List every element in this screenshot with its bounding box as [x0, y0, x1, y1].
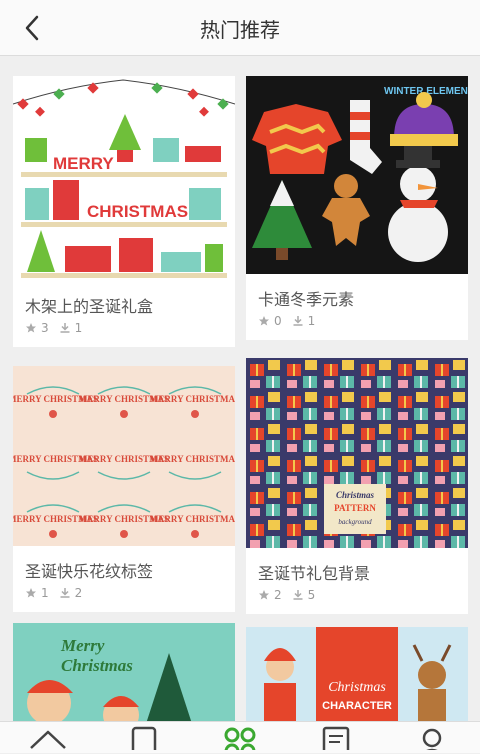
recommend-grid: MERRY CHRISTMAS 木架上的圣诞礼盒 3: [0, 56, 480, 721]
card-stats: 1 2: [13, 586, 235, 612]
art-text-background: background: [338, 518, 372, 526]
card-thumbnail: MERRY CHRISTMAS MERRY CHRISTMAS MERRY CH…: [13, 366, 235, 546]
card-thumbnail: Christmas CHARACTER: [246, 627, 468, 721]
art-text-christmas: Christmas: [61, 656, 133, 675]
card-title: 圣诞节礼包背景: [246, 548, 468, 588]
stars-count: 0: [258, 314, 282, 328]
art-label-6: MERRY CHRISTMAS: [150, 454, 235, 464]
card-title: 木架上的圣诞礼盒: [13, 281, 235, 321]
bottom-tab-bar: [0, 721, 480, 753]
download-icon: [292, 315, 304, 327]
stars-count: 1: [25, 586, 49, 600]
tab-apps[interactable]: [220, 726, 260, 754]
card-thumbnail: Merry Christmas: [13, 623, 235, 721]
home-icon: [29, 726, 67, 750]
card-gift-pattern[interactable]: Christmas PATTERN background 圣诞节礼包背景 2 5: [246, 358, 468, 614]
card-merry-christmas[interactable]: Merry Christmas: [13, 623, 235, 721]
star-icon: [258, 315, 270, 327]
card-gift-shelf[interactable]: MERRY CHRISTMAS 木架上的圣诞礼盒 3: [13, 76, 235, 347]
tab-list[interactable]: [316, 726, 356, 754]
star-icon: [25, 322, 37, 334]
stars-count: 3: [25, 321, 49, 335]
card-thumbnail: MERRY CHRISTMAS: [13, 76, 235, 281]
stars-count: 2: [258, 588, 282, 602]
card-title: 圣诞快乐花纹标签: [13, 546, 235, 586]
download-icon: [292, 589, 304, 601]
downloads-count: 1: [59, 321, 83, 335]
art-text-christmas: Christmas: [336, 490, 375, 500]
phone-icon: [129, 726, 159, 750]
art-label-3: MERRY CHRISTMAS: [150, 394, 235, 404]
download-icon: [59, 587, 71, 599]
art-text-merry: MERRY: [53, 154, 114, 173]
apps-icon: [222, 726, 258, 750]
card-title: 卡通冬季元素: [246, 274, 468, 314]
art-label-9: MERRY CHRISTMAS: [150, 514, 235, 524]
art-text-character: CHARACTER: [322, 700, 392, 712]
tab-user[interactable]: [412, 726, 452, 754]
art-text-pattern: PATTERN: [334, 503, 376, 513]
page-title: 热门推荐: [0, 14, 480, 43]
card-stats: 3 1: [13, 321, 235, 347]
art-text-christmas: CHRISTMAS: [87, 202, 188, 221]
top-bar: 热门推荐: [0, 0, 480, 56]
downloads-count: 5: [292, 588, 316, 602]
download-icon: [59, 322, 71, 334]
card-thumbnail: WINTER ELEMENTS: [246, 76, 468, 274]
downloads-count: 2: [59, 586, 83, 600]
list-icon: [320, 726, 352, 750]
tab-home[interactable]: [28, 726, 68, 754]
tab-phone[interactable]: [124, 726, 164, 754]
downloads-count: 1: [292, 314, 316, 328]
art-text-christmas: Christmas: [328, 680, 386, 695]
star-icon: [25, 587, 37, 599]
card-christmas-character[interactable]: Christmas CHARACTER: [246, 627, 468, 721]
star-icon: [258, 589, 270, 601]
card-stats: 2 5: [246, 588, 468, 614]
art-text-merry: Merry: [60, 636, 105, 655]
card-stats: 0 1: [246, 314, 468, 340]
card-floral-labels[interactable]: MERRY CHRISTMAS MERRY CHRISTMAS MERRY CH…: [13, 366, 235, 612]
card-thumbnail: Christmas PATTERN background: [246, 358, 468, 548]
user-icon: [416, 726, 448, 750]
card-winter-elements[interactable]: WINTER ELEMENTS: [246, 76, 468, 340]
